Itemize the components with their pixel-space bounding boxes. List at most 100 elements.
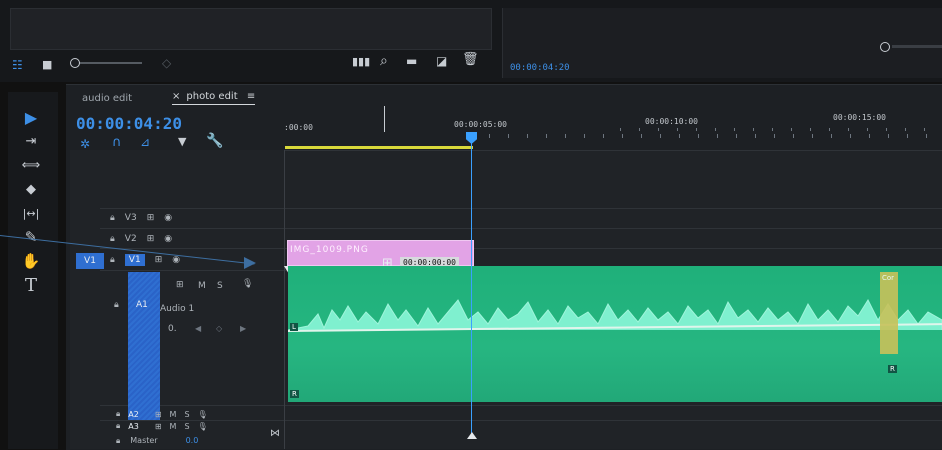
close-icon[interactable]: × (172, 91, 180, 102)
source-zoom-handle[interactable] (880, 42, 890, 52)
track-header-v2: 🔒︎ V2 ⊞ ◉ (106, 231, 276, 247)
lock-icon[interactable]: 🔒︎ (116, 409, 120, 419)
insert-overwrite-sequences-icon[interactable]: ✲ (80, 137, 90, 151)
sync-lock-icon[interactable]: ⊞ (155, 255, 163, 265)
master-track-header: 🔒︎ Master 0.0 (116, 436, 198, 446)
tab-audio-edit[interactable]: audio edit (82, 93, 132, 104)
lock-icon[interactable]: 🔒︎ (114, 300, 119, 310)
solo-button[interactable]: S (217, 281, 223, 291)
ruler-label-10s: 00:00:10:00 (645, 117, 698, 126)
mute-button[interactable]: M (170, 410, 177, 419)
project-panel-frame (10, 8, 492, 50)
hand-tool-icon[interactable]: ✋ (18, 250, 44, 272)
track-name: V3 (124, 213, 137, 223)
track-divider (100, 208, 942, 209)
ripple-edit-tool-icon[interactable]: ⟺ (18, 154, 44, 176)
lock-icon[interactable]: 🔒︎ (110, 255, 115, 265)
lock-icon[interactable]: 🔒︎ (116, 436, 120, 446)
sort-icon[interactable]: ◇ (162, 56, 171, 70)
track-select-tool-icon[interactable]: ⇥ (18, 130, 44, 152)
annotation-arrow-head (244, 257, 256, 269)
ruler-marker-line (384, 106, 385, 132)
audio-clip[interactable] (288, 266, 942, 402)
zoom-slider-handle[interactable] (70, 58, 80, 68)
track-volume[interactable]: 0. (168, 324, 177, 334)
track-name-a1: A1 (136, 300, 148, 310)
linked-selection-icon[interactable]: ⊿ (140, 135, 150, 149)
adjustment-clip-label: Cor (882, 274, 895, 282)
eye-icon[interactable]: ◉ (172, 255, 180, 265)
channel-label-right: R (888, 365, 897, 373)
automate-to-sequence-icon[interactable]: ▮▮▮ (352, 55, 370, 68)
zoom-slider[interactable] (70, 58, 142, 68)
playhead-timecode[interactable]: 00:00:04:20 (76, 114, 182, 133)
new-item-icon[interactable]: ◪ (436, 54, 447, 68)
lock-icon[interactable]: 🔒︎ (110, 234, 115, 244)
master-value[interactable]: 0.0 (186, 436, 199, 446)
source-zoom-bar[interactable] (892, 45, 942, 48)
ruler-label-15s: 00:00:15:00 (833, 113, 886, 122)
list-view-icon[interactable]: ☷ (12, 58, 23, 72)
master-label: Master (130, 436, 158, 445)
sync-lock-icon[interactable]: ⊞ (147, 234, 155, 244)
voice-over-record-icon[interactable]: 🎙 (242, 279, 253, 289)
track-label-audio1: Audio 1 (160, 304, 195, 314)
track-divider (100, 405, 942, 406)
playhead-line[interactable] (471, 136, 472, 439)
source-patch-label: V1 (84, 256, 96, 266)
track-name: A3 (128, 421, 139, 431)
tools-panel: ▶ ⇥ ⟺ ◆ |↔| ✎ ✋ T (8, 92, 58, 449)
ruler-label-5s: 00:00:05:00 (454, 120, 507, 129)
timeline-settings-icon[interactable]: 🔧 (206, 133, 223, 149)
sync-lock-icon[interactable]: ⊞ (155, 422, 162, 431)
new-bin-icon[interactable]: ▬ (406, 54, 417, 68)
sync-lock-icon[interactable]: ⊞ (147, 213, 155, 223)
ruler-ticks (470, 134, 940, 138)
channel-label-left: L (290, 323, 298, 331)
snap-icon[interactable]: ∩ (112, 135, 122, 150)
selection-tool-icon[interactable]: ▶ (18, 106, 44, 128)
voice-over-record-icon[interactable]: 🎙 (198, 422, 208, 431)
voice-over-record-icon[interactable]: 🎙 (198, 410, 208, 419)
track-header-a2: 🔒︎ A2 ⊞ M S 🎙 (116, 409, 266, 419)
lock-icon[interactable]: 🔒︎ (116, 421, 120, 431)
solo-button[interactable]: S (184, 422, 189, 431)
razor-tool-icon[interactable]: ◆ (18, 178, 44, 200)
icon-view-icon[interactable]: ■ (42, 58, 52, 71)
tab-photo-edit[interactable]: × photo edit ≡ (172, 91, 256, 105)
find-icon[interactable]: ⌕ (380, 53, 388, 69)
clip-name: IMG_1009.PNG (290, 245, 369, 255)
solo-button[interactable]: S (184, 410, 189, 419)
go-to-end-icon[interactable]: ⋈ (270, 428, 280, 439)
lock-icon[interactable]: 🔒︎ (110, 213, 115, 223)
track-name: A2 (128, 409, 139, 419)
clear-icon[interactable]: 🗑 (462, 52, 479, 67)
previous-keyframe-icon[interactable]: ◀ (195, 324, 201, 333)
slip-tool-icon[interactable]: |↔| (18, 202, 44, 224)
track-divider (100, 228, 942, 229)
next-keyframe-icon[interactable]: ▶ (240, 324, 246, 333)
sync-lock-icon[interactable]: ⊞ (176, 280, 184, 290)
track-name: V1 (128, 255, 141, 265)
track-target-v1[interactable]: V1 (124, 254, 145, 266)
add-marker-icon[interactable]: ▼ (178, 135, 186, 148)
eye-icon[interactable]: ◉ (164, 213, 172, 223)
sync-lock-icon[interactable]: ⊞ (155, 410, 162, 419)
type-tool-icon[interactable]: T (18, 274, 44, 296)
channel-label-right: R (290, 390, 299, 398)
tab-label: photo edit (186, 91, 238, 102)
tab-label: audio edit (82, 93, 133, 104)
add-keyframe-icon[interactable]: ◇ (216, 324, 222, 333)
mute-button[interactable]: M (198, 281, 206, 291)
source-patch-v1[interactable]: V1 (76, 253, 104, 269)
track-header-v3: 🔒︎ V3 ⊞ ◉ (106, 210, 276, 226)
mute-button[interactable]: M (170, 422, 177, 431)
work-area-bar[interactable] (285, 146, 473, 149)
track-name: V2 (124, 234, 137, 244)
track-target-a1-column[interactable] (128, 272, 160, 420)
track-divider (100, 248, 942, 249)
playhead-bottom-marker (467, 432, 477, 439)
panel-menu-icon[interactable]: ≡ (247, 91, 255, 102)
adjustment-clip[interactable]: Cor (880, 272, 898, 354)
eye-icon[interactable]: ◉ (164, 234, 172, 244)
